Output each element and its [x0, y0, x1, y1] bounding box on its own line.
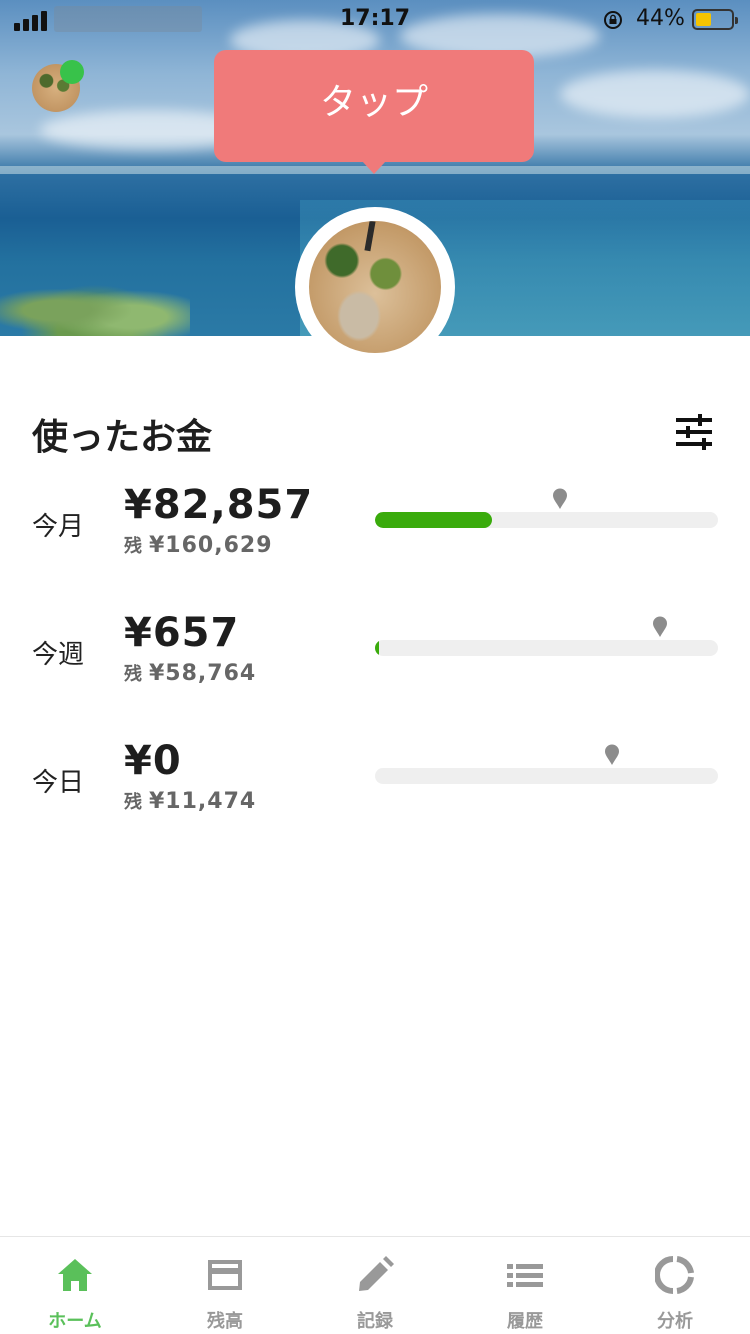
tooltip-tail: [362, 161, 386, 174]
remaining-amount: 残 ¥160,629: [124, 532, 273, 558]
spent-amount: ¥657: [124, 610, 240, 656]
period-label: 今週: [32, 640, 85, 670]
spending-row-today[interactable]: 今日 ¥0 残 ¥11,474: [0, 736, 750, 826]
pencil-icon: [359, 1256, 394, 1291]
online-status-dot: [60, 60, 84, 84]
budget-progress-track: [375, 512, 718, 528]
nav-label: 履歴: [507, 1311, 543, 1332]
nav-tab-analysis[interactable]: 分析: [600, 1237, 750, 1334]
list-icon: [507, 1264, 543, 1287]
nav-tab-balance[interactable]: 残高: [150, 1237, 300, 1334]
card-icon: [208, 1260, 242, 1290]
tap-tooltip[interactable]: タップ: [214, 50, 534, 174]
spent-amount: ¥82,857: [124, 482, 314, 528]
remaining-value: ¥58,764: [149, 661, 257, 686]
period-label: 今日: [32, 768, 85, 798]
nav-label: 分析: [657, 1311, 693, 1332]
battery-percent: 44%: [636, 6, 685, 31]
period-label: 今月: [32, 512, 85, 542]
remaining-label: 残: [124, 664, 143, 685]
budget-progress-track: [375, 640, 718, 656]
home-icon: [58, 1259, 92, 1291]
spending-row-month[interactable]: 今月 ¥82,857 残 ¥160,629: [0, 480, 750, 570]
remaining-value: ¥11,474: [149, 789, 257, 814]
remaining-value: ¥160,629: [149, 533, 273, 558]
battery-icon: [692, 9, 738, 30]
foliage: [0, 272, 190, 336]
bottom-navigation: ホーム 残高 記録 履歴 分析: [0, 1236, 750, 1334]
tooltip-text: タップ: [319, 82, 428, 123]
nav-tab-history[interactable]: 履歴: [450, 1237, 600, 1334]
section-title: 使ったお金: [32, 417, 213, 458]
nav-label: ホーム: [48, 1311, 102, 1332]
spending-row-week[interactable]: 今週 ¥657 残 ¥58,764: [0, 608, 750, 698]
donut-chart-icon: [655, 1256, 694, 1294]
status-bar: 17:17 44%: [0, 0, 750, 40]
remaining-amount: 残 ¥58,764: [124, 660, 256, 686]
nav-label: 残高: [207, 1311, 243, 1332]
budget-progress-bar: [375, 512, 492, 528]
budget-progress-track: [375, 768, 718, 784]
nav-label: 記録: [357, 1311, 393, 1332]
budget-pace-marker-icon: [652, 616, 667, 637]
nav-tab-home[interactable]: ホーム: [0, 1237, 150, 1334]
remaining-label: 残: [124, 536, 143, 557]
budget-pace-marker-icon: [553, 488, 568, 509]
spent-amount: ¥0: [124, 738, 182, 784]
nav-tab-record[interactable]: 記録: [300, 1237, 450, 1334]
remaining-label: 残: [124, 792, 143, 813]
remaining-amount: 残 ¥11,474: [124, 788, 256, 814]
settings-sliders-icon[interactable]: [674, 412, 714, 452]
cloud: [560, 70, 750, 118]
budget-pace-marker-icon: [604, 744, 619, 765]
budget-progress-bar: [375, 640, 379, 656]
rotation-lock-icon: [604, 11, 622, 29]
profile-avatar[interactable]: [309, 221, 441, 353]
